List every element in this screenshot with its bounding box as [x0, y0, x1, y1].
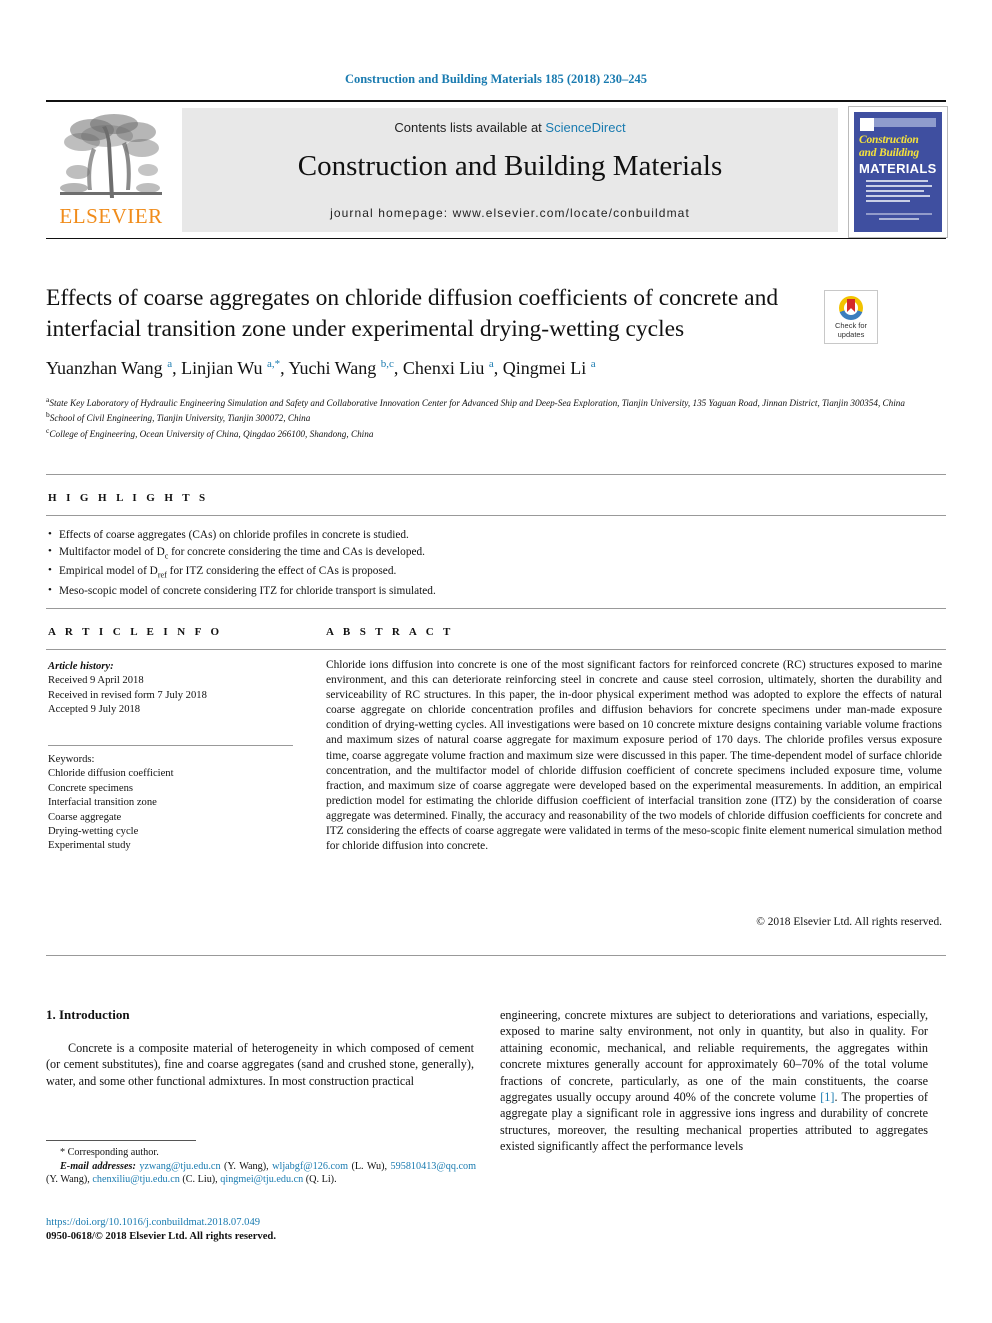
abstract-bottom-rule	[46, 955, 946, 956]
elsevier-tree-icon	[52, 110, 170, 202]
cover-blurb-lines	[866, 180, 932, 206]
abstract-heading: A B S T R A C T	[326, 626, 454, 638]
journal-title: Construction and Building Materials	[297, 150, 723, 182]
highlights-items: Effects of coarse aggregates (CAs) on ch…	[48, 527, 608, 600]
cover-art: Construction and Building MATERIALS	[854, 112, 942, 232]
email-owner: (L. Wu),	[351, 1160, 388, 1172]
journal-homepage-link[interactable]: journal homepage: www.elsevier.com/locat…	[182, 206, 838, 220]
article-history-item: Received 9 April 2018	[48, 675, 144, 687]
cover-footer-lines	[866, 213, 932, 223]
article-info-heading: A R T I C L E I N F O	[48, 626, 223, 638]
email-addresses-label: E-mail addresses:	[60, 1160, 136, 1172]
elsevier-logo: ELSEVIER	[46, 108, 176, 236]
article-history-item: Received in revised form 7 July 2018	[48, 689, 207, 701]
keywords-label: Keywords:	[48, 754, 95, 765]
highlights-top-rule	[46, 474, 946, 475]
masthead-bottom-rule	[46, 238, 946, 239]
email-link[interactable]: wljabgf@126.com	[272, 1161, 348, 1172]
intro-left-paragraph: Concrete is a composite material of hete…	[46, 1041, 474, 1088]
issn-copyright-line: 0950-0618/© 2018 Elsevier Ltd. All right…	[46, 1231, 276, 1242]
keyword-item: Experimental study	[48, 840, 131, 852]
email-link[interactable]: yzwang@tju.edu.cn	[139, 1161, 220, 1172]
crossmark-badge[interactable]: Check for updates	[824, 290, 878, 344]
affiliation-b-text: School of Civil Engineering, Tianjin Uni…	[49, 413, 311, 424]
page-title: Effects of coarse aggregates on chloride…	[46, 285, 779, 342]
email-owner: (Q. Li).	[305, 1174, 337, 1186]
doi-link[interactable]: https://doi.org/10.1016/j.conbuildmat.20…	[46, 1217, 476, 1228]
running-head: Construction and Building Materials 185 …	[344, 72, 648, 86]
corresponding-author-note: * Corresponding author.	[60, 1147, 159, 1158]
cover-title-line2: and Building	[859, 147, 919, 159]
affiliation-a-text: State Key Laboratory of Hydraulic Engine…	[49, 398, 905, 409]
intro-right-paragraph: engineering, concrete mixtures are subje…	[500, 1007, 928, 1155]
keywords-divider-rule	[48, 745, 293, 746]
highlights-heading: H I G H L I G H T S	[48, 492, 209, 504]
author-list: Yuanzhan Wang a, Linjian Wu a,*, Yuchi W…	[46, 358, 596, 378]
highlight-item: Multifactor model of Dc for concrete con…	[48, 544, 608, 564]
crossmark-label-line2: updates	[837, 330, 865, 339]
section-heading-introduction: 1. Introduction	[46, 1007, 130, 1022]
keyword-item: Coarse aggregate	[48, 811, 122, 823]
cover-title-line1: Construction	[859, 134, 919, 146]
contents-lists-line: Contents lists available at ScienceDirec…	[182, 120, 838, 135]
article-history-item: Accepted 9 July 2018	[48, 704, 141, 716]
highlight-item: Empirical model of Dref for ITZ consider…	[48, 563, 608, 583]
keyword-item: Concrete specimens	[48, 782, 134, 794]
affiliation-b: bSchool of Civil Engineering, Tianjin Un…	[46, 409, 926, 424]
email-link[interactable]: chenxiliu@tju.edu.cn	[92, 1174, 179, 1185]
paper-page: Construction and Building Materials 185 …	[0, 0, 992, 1323]
keyword-item: Drying-wetting cycle	[48, 826, 139, 838]
citation-ref-1[interactable]: [1]	[820, 1090, 834, 1104]
journal-masthead: ELSEVIER Contents lists available at Sci…	[46, 100, 948, 240]
email-addresses-note: E-mail addresses: yzwang@tju.edu.cn (Y. …	[46, 1160, 476, 1187]
keyword-item: Chloride diffusion coefficient	[48, 768, 174, 780]
article-history-label: Article history:	[48, 661, 114, 672]
abstract-text: Chloride ions diffusion into concrete is…	[326, 659, 942, 853]
keyword-item: Interfacial transition zone	[48, 797, 157, 809]
journal-cover-thumbnail: Construction and Building MATERIALS	[848, 106, 948, 238]
masthead-center-panel: Contents lists available at ScienceDirec…	[182, 108, 838, 232]
masthead-top-rule	[46, 100, 946, 102]
contents-lists-prefix: Contents lists available at	[394, 120, 546, 135]
footnote-rule	[46, 1140, 196, 1141]
cover-elsevier-mark-icon	[860, 118, 874, 131]
email-link[interactable]: 595810413@qq.com	[391, 1161, 477, 1172]
crossmark-label-line1: Check for	[834, 321, 868, 330]
info-abstract-top-rule	[46, 608, 946, 609]
abstract-copyright: © 2018 Elsevier Ltd. All rights reserved…	[756, 916, 942, 928]
highlight-item: Meso-scopic model of concrete considerin…	[48, 583, 608, 600]
crossmark-label: Check for updates	[825, 321, 877, 339]
cover-title-line3: MATERIALS	[859, 161, 937, 176]
elsevier-wordmark: ELSEVIER	[59, 204, 163, 228]
highlights-list: Effects of coarse aggregates (CAs) on ch…	[48, 527, 608, 601]
article-history-block: Article history: Received 9 April 2018 R…	[48, 660, 293, 718]
affiliations: aState Key Laboratory of Hydraulic Engin…	[46, 394, 926, 440]
affiliation-c-text: College of Engineering, Ocean University…	[49, 429, 374, 439]
highlight-item: Effects of coarse aggregates (CAs) on ch…	[48, 527, 608, 544]
email-owner: (Y. Wang),	[46, 1174, 90, 1186]
email-owner: (C. Liu),	[182, 1174, 218, 1186]
sciencedirect-link[interactable]: ScienceDirect	[545, 120, 625, 135]
highlights-under-rule	[46, 515, 946, 516]
footnote-block: * Corresponding author. E-mail addresses…	[46, 1146, 476, 1187]
email-owner: (Y. Wang),	[224, 1160, 269, 1172]
info-abstract-under-rule	[46, 649, 946, 650]
affiliation-c: cCollege of Engineering, Ocean Universit…	[46, 425, 926, 440]
keywords-block: Keywords: Chloride diffusion coefficient…	[48, 753, 293, 854]
affiliation-a: aState Key Laboratory of Hydraulic Engin…	[46, 394, 926, 409]
email-link[interactable]: qingmei@tju.edu.cn	[220, 1174, 303, 1185]
